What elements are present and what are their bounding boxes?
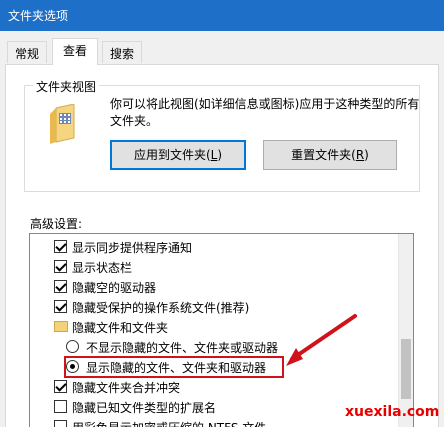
folder-view-description: 你可以将此视图(如详细信息或图标)应用于这种类型的所有文件夹。 (110, 97, 420, 128)
list-item[interactable]: 显示状态栏 (30, 257, 400, 277)
folder-icon (54, 321, 68, 332)
vertical-scrollbar[interactable] (398, 234, 413, 427)
tab-strip: 常规 查看 搜索 (0, 31, 444, 65)
tab-view[interactable]: 查看 (52, 38, 99, 65)
checkbox[interactable] (54, 420, 67, 427)
folder-view-icon (50, 104, 75, 144)
checkbox[interactable] (54, 380, 67, 393)
checkbox[interactable] (54, 300, 67, 313)
checkbox[interactable] (54, 280, 67, 293)
list-item-folder: 隐藏文件和文件夹 (30, 317, 400, 337)
list-item[interactable]: 隐藏空的驱动器 (30, 277, 400, 297)
folder-view-legend: 文件夹视图 (33, 78, 100, 95)
advanced-settings-list[interactable]: 显示同步提供程序通知 显示状态栏 隐藏空的驱动器 隐藏受保护的操作系统文件(推荐… (29, 233, 414, 427)
list-item[interactable]: 隐藏文件夹合并冲突 (30, 377, 400, 397)
scrollbar-thumb[interactable] (401, 339, 411, 399)
radio-button[interactable] (66, 340, 79, 353)
window-title: 文件夹选项 (8, 9, 69, 23)
reset-folders-button[interactable]: 重置文件夹(R) (263, 140, 397, 170)
annotation-highlight-box (64, 356, 284, 378)
advanced-settings-label: 高级设置: (30, 217, 83, 231)
tab-general[interactable]: 常规 (7, 41, 48, 63)
checkbox[interactable] (54, 260, 67, 273)
title-bar: 文件夹选项 (0, 0, 444, 31)
checkbox[interactable] (54, 240, 67, 253)
list-item[interactable]: 不显示隐藏的文件、文件夹或驱动器 (30, 337, 400, 357)
checkbox[interactable] (54, 400, 67, 413)
watermark: xuexila.com (345, 404, 440, 420)
list-item[interactable]: 隐藏受保护的操作系统文件(推荐) (30, 297, 400, 317)
apply-to-folders-button[interactable]: 应用到文件夹(L) (110, 140, 246, 170)
list-item[interactable]: 显示同步提供程序通知 (30, 237, 400, 257)
tab-search[interactable]: 搜索 (102, 41, 143, 63)
